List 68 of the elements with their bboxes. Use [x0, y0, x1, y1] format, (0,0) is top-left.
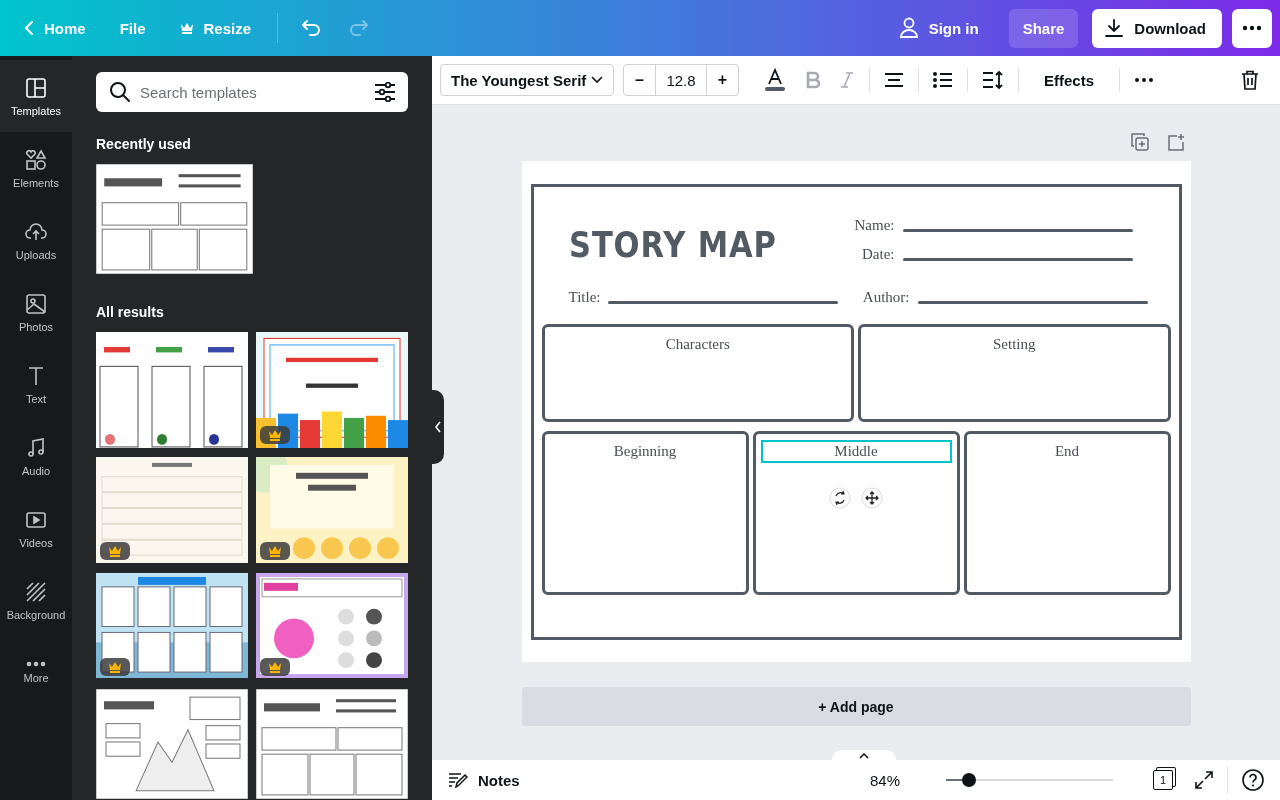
sidebar-tab[interactable]: Photos — [0, 276, 72, 348]
duplicate-page-icon[interactable] — [1130, 133, 1149, 151]
box-label[interactable]: End — [1044, 440, 1090, 463]
field-label: Title: — [568, 289, 601, 306]
elements-icon — [24, 147, 48, 172]
section-heading: Recently used — [96, 136, 192, 152]
expand-pages-tab[interactable] — [832, 750, 896, 762]
box-label[interactable]: Beginning — [603, 440, 687, 463]
collapse-handle[interactable] — [432, 390, 444, 464]
sign-in-button[interactable]: Sign in — [884, 9, 993, 47]
sidebar-tab[interactable]: Text — [0, 348, 72, 420]
more-button[interactable] — [1232, 8, 1272, 48]
more-icon — [24, 660, 48, 667]
box-label[interactable]: Setting — [983, 333, 1046, 356]
field-label: Date: — [862, 246, 895, 263]
fullscreen-icon[interactable] — [1195, 771, 1213, 789]
align-center-icon[interactable] — [884, 72, 904, 88]
filter-icon[interactable] — [374, 82, 396, 102]
line-spacing-icon[interactable] — [982, 71, 1004, 89]
field-label: Author: — [862, 289, 910, 306]
download-button[interactable]: Download — [1092, 8, 1222, 48]
share-button[interactable]: Share — [1008, 8, 1079, 48]
search-field[interactable]: Search templates — [96, 72, 408, 112]
sidebar-tab[interactable]: Uploads — [0, 204, 72, 276]
trash-icon[interactable] — [1241, 70, 1259, 90]
templates-icon — [24, 75, 48, 100]
sidebar-tab[interactable]: Templates — [0, 60, 72, 132]
background-icon — [24, 579, 48, 604]
move-icon[interactable] — [861, 487, 883, 509]
more-options-icon[interactable] — [1134, 77, 1155, 83]
notes-button[interactable]: Notes — [448, 771, 520, 789]
help-icon[interactable] — [1242, 769, 1264, 791]
section-heading: All results — [96, 304, 165, 320]
effects-button[interactable]: Effects — [1024, 71, 1115, 89]
sidebar-tab[interactable]: Background — [0, 564, 72, 636]
more-icon — [1242, 25, 1262, 31]
sidebar-tab[interactable]: Videos — [0, 492, 72, 564]
photos-icon — [24, 291, 48, 316]
field-label: Name: — [854, 217, 895, 234]
download-icon — [1104, 18, 1125, 38]
search-icon — [109, 81, 131, 103]
back-chevron-icon — [24, 20, 34, 36]
redo-icon — [348, 17, 371, 36]
add-page-icon[interactable] — [1166, 133, 1185, 151]
zoom-slider[interactable] — [946, 773, 1113, 787]
box-label[interactable]: Middle — [760, 440, 952, 463]
page-count-button[interactable]: 1 — [1153, 770, 1173, 790]
sidebar-tab[interactable]: More — [0, 636, 72, 708]
zoom-level[interactable]: 84% — [869, 771, 900, 789]
notes-icon — [448, 772, 468, 788]
increase-size-button[interactable]: + — [707, 65, 738, 95]
crown-icon — [179, 22, 194, 34]
add-page-button[interactable]: + Add page — [521, 687, 1191, 726]
font-dropdown[interactable]: The Youngest Serif — [440, 64, 614, 96]
document-title: STORY MAP — [568, 227, 777, 263]
undo-icon — [300, 17, 323, 36]
sidebar-tab[interactable]: Audio — [0, 420, 72, 492]
chevron-down-icon — [591, 76, 603, 84]
chevron-up-icon — [859, 753, 869, 759]
font-size-field[interactable]: 12.8 — [655, 65, 707, 95]
sidebar-tab[interactable]: Elements — [0, 132, 72, 204]
bulleted-list-icon[interactable] — [933, 72, 953, 88]
box-label[interactable]: Characters — [655, 333, 740, 356]
decrease-size-button[interactable]: – — [624, 65, 655, 95]
rotate-icon[interactable] — [829, 487, 851, 509]
person-icon — [898, 17, 919, 39]
text-color-icon[interactable] — [763, 68, 787, 92]
slider-thumb[interactable] — [962, 773, 977, 787]
